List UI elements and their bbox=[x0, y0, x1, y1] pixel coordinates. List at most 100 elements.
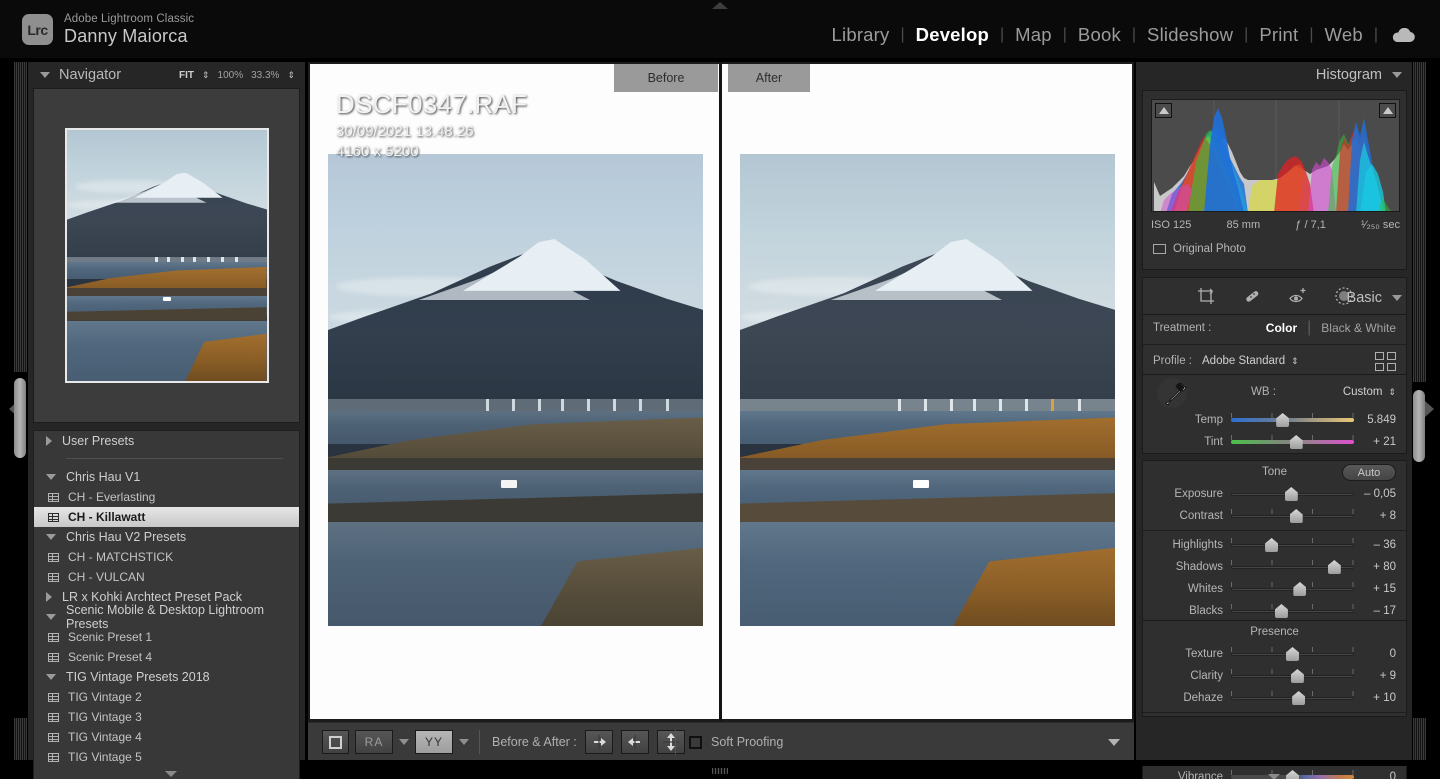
chevron-right-icon[interactable] bbox=[46, 436, 52, 446]
module-web[interactable]: Web bbox=[1314, 24, 1374, 46]
navigator-thumbnail[interactable] bbox=[64, 128, 269, 383]
zoom-100-label[interactable]: 100% bbox=[218, 70, 244, 81]
whites-slider[interactable] bbox=[1231, 582, 1354, 596]
chevron-down-icon[interactable] bbox=[40, 72, 50, 78]
preset-item-tig-vintage-4[interactable]: TIG Vintage 4 bbox=[34, 727, 299, 747]
exposure-slider[interactable] bbox=[1231, 487, 1354, 501]
preset-item-ch-matchstick[interactable]: CH - MATCHSTICK bbox=[34, 547, 299, 567]
navigator-preview-frame[interactable] bbox=[33, 88, 300, 423]
navigator-header[interactable]: Navigator FIT ⇕ 100% 33.3% ⇕ bbox=[28, 62, 305, 88]
profile-value[interactable]: Adobe Standard bbox=[1202, 355, 1285, 367]
shadows-slider[interactable] bbox=[1231, 560, 1354, 574]
preset-folder-user-presets[interactable]: User Presets bbox=[34, 431, 299, 451]
temp-value[interactable]: 5.849 bbox=[1354, 414, 1396, 426]
highlight-clipping-icon[interactable] bbox=[1379, 103, 1396, 118]
whites-value[interactable]: + 15 bbox=[1354, 583, 1396, 595]
chevron-down-icon[interactable] bbox=[46, 534, 56, 540]
right-panel-collapse-arrow[interactable] bbox=[1425, 401, 1434, 417]
shadow-clipping-icon[interactable] bbox=[1155, 103, 1172, 118]
texture-slider[interactable] bbox=[1231, 647, 1354, 661]
profile-browser-icon[interactable] bbox=[1375, 351, 1396, 371]
before-after-top-bottom-icon[interactable] bbox=[656, 730, 685, 754]
chevron-down-icon[interactable] bbox=[1392, 295, 1402, 301]
preset-folder-scenic[interactable]: Scenic Mobile & Desktop Lightroom Preset… bbox=[34, 603, 299, 631]
shadows-value[interactable]: + 80 bbox=[1354, 561, 1396, 573]
blacks-value[interactable]: – 17 bbox=[1354, 605, 1396, 617]
preset-item-tig-vintage-5[interactable]: TIG Vintage 5 bbox=[34, 747, 299, 767]
filmstrip-collapse-grip[interactable] bbox=[712, 768, 728, 774]
chevron-down-icon[interactable] bbox=[1392, 72, 1402, 78]
contrast-slider[interactable] bbox=[1231, 509, 1354, 523]
module-book[interactable]: Book bbox=[1067, 24, 1132, 46]
temp-slider[interactable] bbox=[1231, 413, 1354, 427]
module-develop[interactable]: Develop bbox=[905, 24, 1000, 46]
vibrance-slider[interactable] bbox=[1231, 770, 1354, 779]
histogram-plot[interactable] bbox=[1151, 99, 1400, 212]
chevron-down-icon[interactable] bbox=[46, 474, 56, 480]
preset-item-ch-killawatt[interactable]: CH - Killawatt bbox=[34, 507, 299, 527]
tint-value[interactable]: + 21 bbox=[1354, 436, 1396, 448]
original-photo-toggle[interactable]: Original Photo bbox=[1153, 243, 1246, 255]
survey-view-icon[interactable]: YY bbox=[415, 730, 453, 754]
wb-value[interactable]: Custom bbox=[1343, 386, 1383, 398]
basic-panel-header[interactable]: Basic bbox=[1136, 285, 1412, 311]
clarity-slider[interactable] bbox=[1231, 669, 1354, 683]
profile-stepper-icon[interactable]: ⇕ bbox=[1291, 356, 1299, 366]
module-map[interactable]: Map bbox=[1004, 24, 1063, 46]
zoom-level-stepper-icon[interactable]: ⇕ bbox=[287, 70, 295, 80]
contrast-value[interactable]: + 8 bbox=[1354, 510, 1396, 522]
highlights-slider[interactable] bbox=[1231, 538, 1354, 552]
dehaze-value[interactable]: + 10 bbox=[1354, 692, 1396, 704]
after-label-tab[interactable]: After bbox=[728, 64, 810, 92]
survey-view-chevron-icon[interactable] bbox=[459, 739, 469, 745]
wb-stepper-icon[interactable]: ⇕ bbox=[1388, 387, 1396, 397]
module-print[interactable]: Print bbox=[1248, 24, 1309, 46]
right-panel-scrollbar[interactable] bbox=[1413, 390, 1425, 462]
preset-folder-chris-hau-v1[interactable]: Chris Hau V1 bbox=[34, 467, 299, 487]
presets-scroll-down-icon[interactable] bbox=[165, 771, 177, 777]
before-pane[interactable]: DSCF0347.RAF 30/09/2021 13.48.26 4160 x … bbox=[310, 64, 720, 719]
compare-view-icon[interactable]: RA bbox=[355, 730, 393, 754]
before-label-tab[interactable]: Before bbox=[614, 64, 718, 92]
preset-item-tig-vintage-3[interactable]: TIG Vintage 3 bbox=[34, 707, 299, 727]
treatment-bw-option[interactable]: Black & White bbox=[1321, 321, 1396, 335]
clarity-value[interactable]: + 9 bbox=[1354, 670, 1396, 682]
exposure-value[interactable]: – 0,05 bbox=[1354, 488, 1396, 500]
after-pane[interactable] bbox=[722, 64, 1132, 719]
before-photo[interactable] bbox=[328, 154, 703, 626]
zoom-fit-stepper-icon[interactable]: ⇕ bbox=[202, 70, 210, 80]
zoom-level-label[interactable]: 33.3% bbox=[251, 70, 279, 81]
histogram-header[interactable]: Histogram bbox=[1136, 62, 1412, 88]
white-balance-selector-icon[interactable] bbox=[1151, 377, 1193, 409]
preset-folder-tig-vintage[interactable]: TIG Vintage Presets 2018 bbox=[34, 667, 299, 687]
after-photo[interactable] bbox=[740, 154, 1115, 626]
preset-item-tig-vintage-2[interactable]: TIG Vintage 2 bbox=[34, 687, 299, 707]
before-after-right-left-icon[interactable] bbox=[620, 730, 649, 754]
treatment-color-option[interactable]: Color bbox=[1266, 321, 1297, 335]
module-slideshow[interactable]: Slideshow bbox=[1136, 24, 1244, 46]
vibrance-value[interactable]: 0 bbox=[1354, 771, 1396, 779]
toolbar-chevron-down-icon[interactable] bbox=[1108, 738, 1120, 746]
top-panel-collapse-arrow[interactable] bbox=[712, 2, 728, 9]
preset-item-ch-vulcan[interactable]: CH - VULCAN bbox=[34, 567, 299, 587]
soft-proofing-checkbox[interactable] bbox=[689, 735, 702, 749]
module-library[interactable]: Library bbox=[821, 24, 901, 46]
tint-slider[interactable] bbox=[1231, 435, 1354, 449]
dehaze-slider[interactable] bbox=[1231, 691, 1354, 705]
auto-tone-button[interactable]: Auto bbox=[1342, 464, 1396, 481]
preset-folder-chris-hau-v2[interactable]: Chris Hau V2 Presets bbox=[34, 527, 299, 547]
blacks-slider[interactable] bbox=[1231, 604, 1354, 618]
preset-item-scenic-preset-4[interactable]: Scenic Preset 4 bbox=[34, 647, 299, 667]
before-after-left-right-icon[interactable] bbox=[584, 730, 613, 754]
zoom-fit-label[interactable]: FIT bbox=[179, 70, 194, 81]
chevron-right-icon[interactable] bbox=[46, 592, 52, 602]
texture-value[interactable]: 0 bbox=[1354, 648, 1396, 660]
compare-view-chevron-icon[interactable] bbox=[399, 739, 409, 745]
loupe-view-icon[interactable] bbox=[322, 730, 349, 754]
chevron-down-icon[interactable] bbox=[46, 674, 56, 680]
cloud-sync-icon[interactable] bbox=[1378, 27, 1424, 43]
highlights-value[interactable]: – 36 bbox=[1354, 539, 1396, 551]
right-panel-scroll-down-icon[interactable] bbox=[1268, 774, 1280, 779]
chevron-down-icon[interactable] bbox=[46, 614, 56, 620]
preset-item-ch-everlasting[interactable]: CH - Everlasting bbox=[34, 487, 299, 507]
